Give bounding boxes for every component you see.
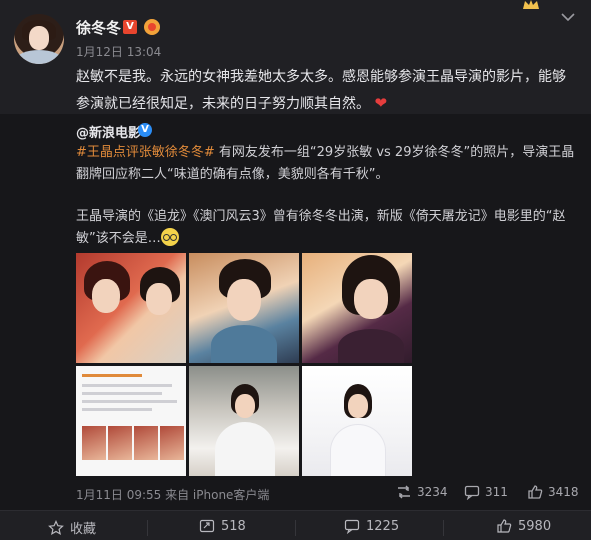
star-icon [48,519,64,535]
original-repost-count[interactable]: 3234 [396,484,448,500]
original-meta: 1月11日 09:55 来自 iPhone客户端 [76,488,270,502]
like-icon [497,519,512,533]
repost-label: 518 [221,518,246,534]
favorite-button[interactable]: 收藏 [48,518,96,537]
comment-button[interactable]: 1225 [344,518,399,534]
favorite-label: 收藏 [70,522,97,537]
repost-button[interactable]: 518 [199,518,246,534]
chevron-down-icon[interactable] [561,12,575,22]
photo-4-screenshot[interactable] [76,366,186,476]
separator [147,520,148,536]
username[interactable]: 徐冬冬 [76,17,121,38]
like-count-label: 3418 [548,485,579,499]
verified-badge: V [123,20,137,34]
comment-count-label: 311 [485,485,508,499]
repost-icon [199,519,215,533]
emoji-glasses-icon [160,228,179,246]
original-comment-count[interactable]: 311 [464,484,508,500]
comment-label: 1225 [366,518,400,534]
like-icon [528,485,543,499]
post-timestamp[interactable]: 1月12日 13:04 [76,43,161,60]
like-button[interactable]: 5980 [496,518,551,534]
separator [443,520,444,536]
comment-icon [344,519,360,534]
weibo-card: 徐冬冬 V 1月12日 13:04 赵敏不是我。永远的女神我差她太多太多。感恩能… [0,0,591,540]
action-divider [0,510,591,511]
avatar[interactable] [14,14,64,64]
photo-5[interactable] [189,366,299,476]
photo-1[interactable] [76,253,186,363]
original-body-2: 王晶导演的《追龙》《澳门风云3》曾有徐冬冬出演，新版《倚天屠龙记》电影里的“赵敏… [76,209,566,246]
original-author[interactable]: @新浪电影 [76,122,141,141]
original-like-count[interactable]: 3418 [527,484,579,500]
photo-3[interactable] [302,253,412,363]
original-text: #王晶点评张敏徐冬冬# 有网友发布一组“29岁张敏 vs 29岁徐冬冬”的照片，… [76,142,581,186]
repost-count-label: 3234 [417,485,448,499]
photo-2[interactable] [189,253,299,363]
crown-icon [523,0,539,9]
verified-blue-badge: V [138,123,152,137]
comment-icon [464,485,480,500]
separator [295,520,296,536]
like-label: 5980 [518,518,552,534]
hashtag-link[interactable]: #王晶点评张敏徐冬冬# [76,145,215,160]
sun-badge-icon [144,19,160,35]
repost-icon [398,485,410,499]
photo-6[interactable] [302,366,412,476]
original-text-2: 王晶导演的《追龙》《澳门风云3》曾有徐冬冬出演，新版《倚天屠龙记》电影里的“赵敏… [76,206,581,250]
post-text: 赵敏不是我。永远的女神我差她太多太多。感恩能够参演王晶导演的影片，能够参演就已经… [76,64,576,117]
heart-emoji: ❤ [374,94,388,112]
post-body: 赵敏不是我。永远的女神我差她太多太多。感恩能够参演王晶导演的影片，能够参演就已经… [76,69,566,112]
